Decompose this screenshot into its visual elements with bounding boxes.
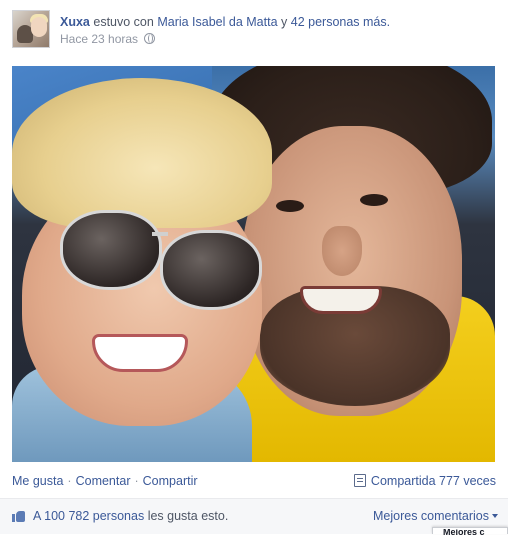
tagged-person-link[interactable]: Maria Isabel da Matta xyxy=(157,15,277,29)
thumbs-up-icon xyxy=(12,509,26,522)
sort-dropdown-menu[interactable]: Mejores c xyxy=(432,527,508,535)
sort-dropdown-option[interactable]: Mejores c xyxy=(443,529,485,535)
likes-count-link[interactable]: A 100 782 personas xyxy=(33,509,144,523)
share-link[interactable]: Compartir xyxy=(143,474,198,488)
post-photo[interactable] xyxy=(12,66,495,462)
likes-summary: A 100 782 personas les gusta esto. xyxy=(33,509,228,523)
action-text: estuvo con xyxy=(93,15,154,29)
post-meta: Hace 23 horas xyxy=(60,32,156,46)
photo-sunglasses-left-lens xyxy=(60,210,162,290)
comment-link[interactable]: Comentar xyxy=(76,474,131,488)
photo-woman-hair xyxy=(12,78,272,228)
avatar-face xyxy=(31,17,47,37)
photo-man-nose xyxy=(322,226,362,276)
likes-suffix: les gusta esto. xyxy=(147,509,229,523)
photo-man-eye-left xyxy=(276,200,304,212)
action-separator: · xyxy=(134,474,139,488)
comments-sort-label: Mejores comentarios xyxy=(372,509,489,523)
photo-woman-smile xyxy=(92,334,188,372)
action-separator: · xyxy=(67,474,72,488)
photo-sunglasses-bridge xyxy=(152,232,168,236)
chevron-down-icon xyxy=(492,514,498,518)
others-link[interactable]: 42 personas más. xyxy=(291,15,390,29)
shares-count-text: Compartida 777 veces xyxy=(370,474,496,488)
photo-sunglasses-right-lens xyxy=(160,230,262,310)
timestamp-link[interactable]: Hace 23 horas xyxy=(60,32,138,46)
like-link[interactable]: Me gusta xyxy=(12,474,63,488)
photo-man-smile xyxy=(300,286,382,314)
post-headline: Xuxa estuvo con Maria Isabel da Matta y … xyxy=(60,14,390,30)
author-name-link[interactable]: Xuxa xyxy=(60,15,90,29)
author-avatar[interactable] xyxy=(12,10,50,48)
share-icon xyxy=(353,474,366,487)
comments-sort-dropdown[interactable]: Mejores comentarios xyxy=(373,509,498,523)
post-header: Xuxa estuvo con Maria Isabel da Matta y … xyxy=(12,10,502,50)
photo-man-eye-right xyxy=(360,194,388,206)
shares-count-link[interactable]: Compartida 777 veces xyxy=(353,474,496,488)
connector-text: y xyxy=(281,15,288,29)
post-actions: Me gusta · Comentar · Compartir Compartida 7… xyxy=(12,474,496,490)
globe-icon[interactable] xyxy=(144,33,156,44)
